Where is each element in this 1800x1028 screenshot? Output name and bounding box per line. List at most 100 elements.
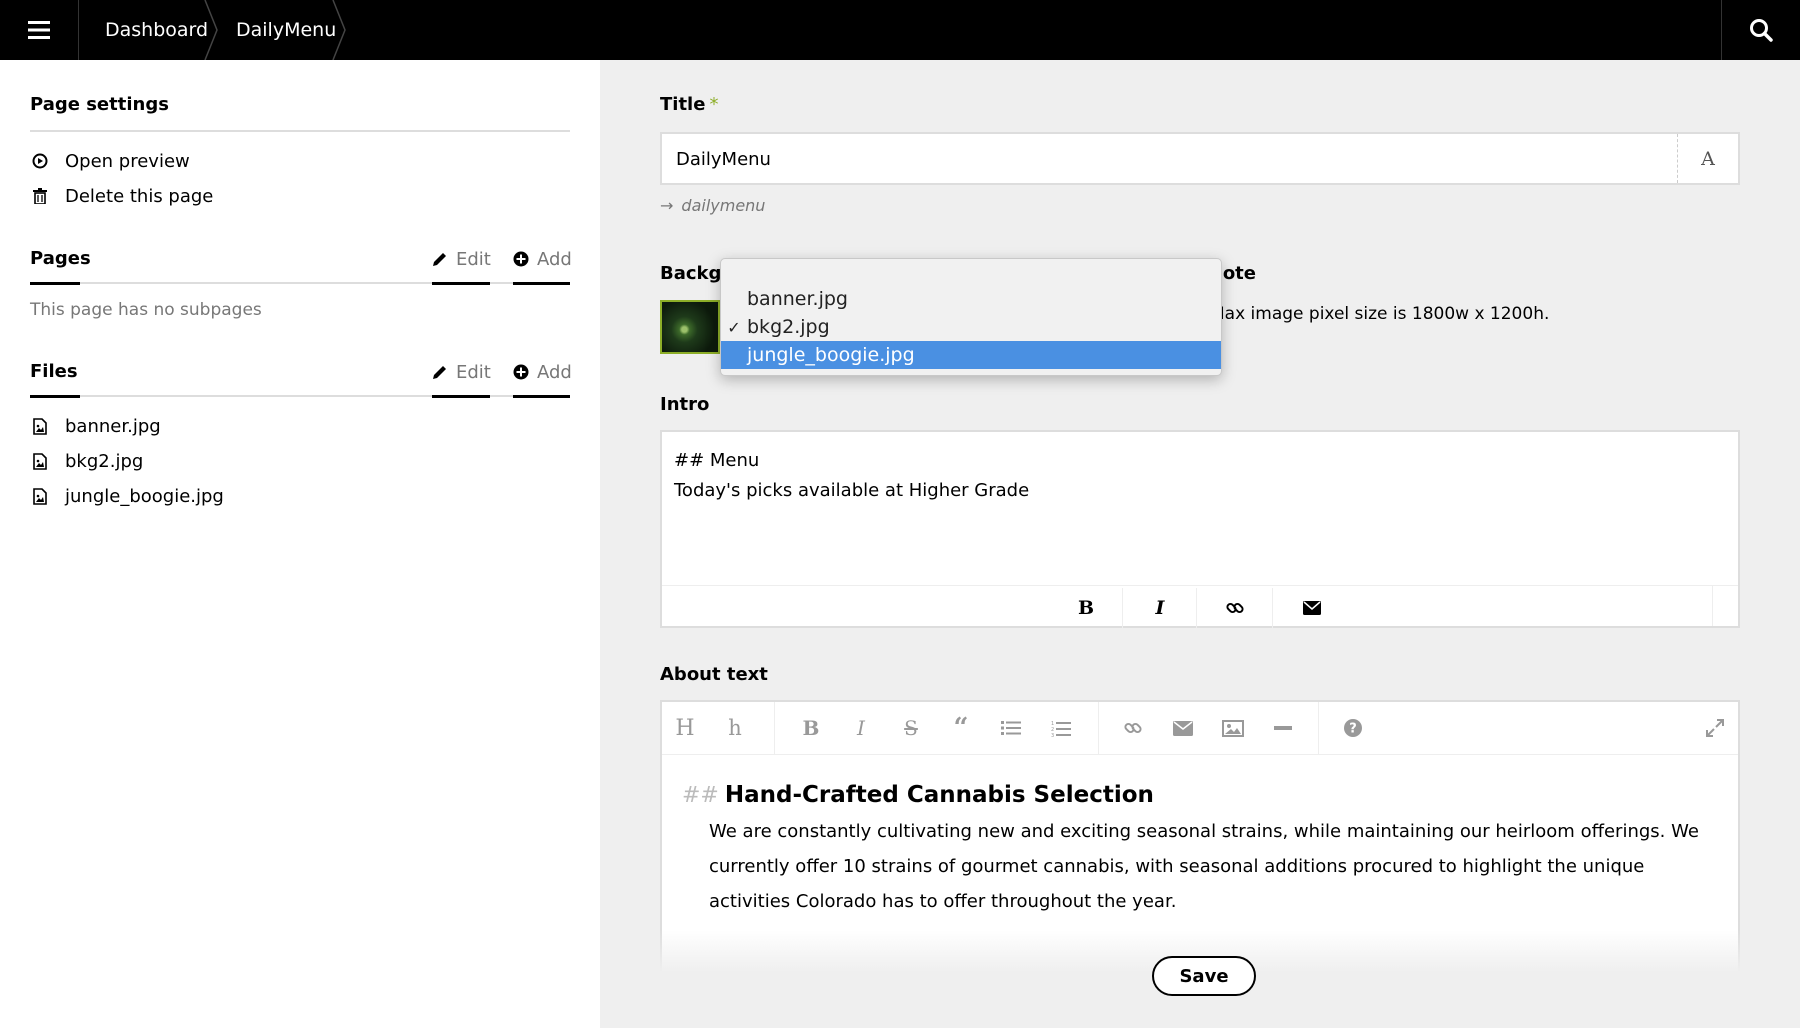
bullet-list-icon bbox=[1001, 720, 1021, 736]
toolbar-separator bbox=[1318, 702, 1319, 754]
svg-text:?: ? bbox=[1349, 722, 1357, 737]
breadcrumb-dashboard[interactable]: Dashboard bbox=[105, 0, 208, 60]
title-input[interactable] bbox=[674, 134, 1658, 185]
plus-circle-icon bbox=[513, 364, 529, 380]
link-button[interactable] bbox=[1110, 702, 1156, 754]
note-text-content: Max image pixel size is 1800w x 1200h. bbox=[1210, 304, 1550, 324]
hamburger-icon bbox=[28, 21, 50, 39]
title-field: A bbox=[660, 132, 1740, 185]
file-item[interactable]: banner.jpg bbox=[30, 411, 161, 441]
open-preview-label: Open preview bbox=[65, 150, 190, 172]
preview-icon bbox=[30, 151, 50, 171]
strikethrough-icon: S bbox=[904, 716, 918, 740]
quote-icon: “ bbox=[953, 713, 969, 743]
edit-underline bbox=[432, 395, 490, 398]
numbered-list-button[interactable]: 123 bbox=[1038, 702, 1084, 754]
help-icon: ? bbox=[1344, 719, 1362, 737]
search-button[interactable] bbox=[1721, 0, 1800, 60]
files-add-button[interactable]: Add bbox=[513, 357, 572, 387]
delete-page-link[interactable]: Delete this page bbox=[30, 181, 213, 211]
breadcrumb-dailymenu[interactable]: DailyMenu bbox=[236, 0, 336, 60]
option-label: bkg2.jpg bbox=[747, 316, 830, 338]
bold-icon: B bbox=[1077, 597, 1095, 619]
check-icon: ✓ bbox=[727, 317, 741, 337]
pencil-icon bbox=[432, 251, 448, 267]
edit-underline bbox=[432, 282, 490, 285]
pencil-icon bbox=[432, 364, 448, 380]
note-label: Note bbox=[1216, 263, 1256, 284]
intro-link-button[interactable] bbox=[1196, 588, 1273, 628]
save-button[interactable]: Save bbox=[1152, 956, 1256, 996]
breadcrumb-separator-icon bbox=[332, 0, 346, 60]
note-text: Max image pixel size is 1800w x 1200h. bbox=[1210, 304, 1549, 324]
about-heading-text: Hand-Crafted Cannabis Selection bbox=[724, 782, 1154, 808]
help-button[interactable]: ? bbox=[1330, 702, 1376, 754]
horizontal-rule-button[interactable] bbox=[1260, 702, 1306, 754]
about-toolbar: H h B I S “ 123 ? bbox=[662, 702, 1738, 755]
open-preview-link[interactable]: Open preview bbox=[30, 146, 190, 176]
toolbar-spacer bbox=[1712, 586, 1713, 626]
pages-add-label: Add bbox=[537, 248, 572, 270]
pages-add-button[interactable]: Add bbox=[513, 244, 572, 274]
dropdown-option[interactable]: banner.jpg bbox=[721, 285, 1221, 313]
background-thumbnail[interactable] bbox=[660, 300, 720, 354]
file-item[interactable]: bkg2.jpg bbox=[30, 446, 143, 476]
italic-icon: I bbox=[1155, 597, 1165, 619]
intro-italic-button[interactable]: I bbox=[1122, 588, 1197, 628]
email-button[interactable] bbox=[1160, 702, 1206, 754]
files-edit-label: Edit bbox=[456, 361, 491, 383]
image-button[interactable] bbox=[1210, 702, 1256, 754]
numbered-list-icon: 123 bbox=[1051, 720, 1071, 737]
trash-icon bbox=[30, 186, 50, 206]
heading-small-icon: h bbox=[728, 716, 742, 740]
strikethrough-button[interactable]: S bbox=[888, 702, 934, 754]
file-item[interactable]: jungle_boogie.jpg bbox=[30, 481, 224, 511]
intro-email-button[interactable] bbox=[1272, 588, 1351, 628]
page-settings-heading: Page settings bbox=[30, 94, 169, 115]
note-label-text: Note bbox=[1216, 263, 1256, 284]
sidebar: Page settings Open preview Delete this p… bbox=[0, 60, 600, 1028]
intro-text[interactable]: ## Menu Today's picks available at Highe… bbox=[674, 446, 1029, 506]
intro-bold-button[interactable]: B bbox=[1050, 588, 1122, 628]
pages-edit-button[interactable]: Edit bbox=[432, 244, 491, 274]
image-file-icon bbox=[30, 416, 50, 436]
heading-large-icon: H bbox=[675, 715, 695, 741]
image-icon bbox=[1222, 719, 1244, 737]
breadcrumb-separator-icon bbox=[204, 0, 218, 60]
italic-button[interactable]: I bbox=[838, 702, 884, 754]
email-icon bbox=[1303, 601, 1321, 615]
quote-button[interactable]: “ bbox=[938, 702, 984, 754]
heading-marker: ## bbox=[682, 783, 719, 808]
link-icon bbox=[1124, 719, 1142, 737]
heading-large-button[interactable]: H bbox=[662, 702, 708, 754]
about-paragraph: We are constantly cultivating new and ex… bbox=[709, 821, 1699, 912]
bold-button[interactable]: B bbox=[788, 702, 834, 754]
about-content[interactable]: ## Hand-Crafted Cannabis Selection We are… bbox=[682, 782, 1702, 919]
menu-button[interactable] bbox=[0, 0, 79, 60]
option-label: banner.jpg bbox=[747, 288, 848, 310]
arrow-right-icon: → bbox=[660, 196, 674, 215]
image-file-icon bbox=[30, 486, 50, 506]
delete-page-label: Delete this page bbox=[65, 185, 214, 207]
link-icon bbox=[1226, 599, 1244, 617]
title-label: Title * bbox=[660, 94, 718, 115]
option-label: jungle_boogie.jpg bbox=[747, 344, 915, 366]
files-edit-button[interactable]: Edit bbox=[432, 357, 491, 387]
slug-preview: → dailymenu bbox=[660, 196, 765, 215]
slug-text: dailymenu bbox=[681, 196, 766, 215]
section-underline bbox=[30, 282, 80, 285]
slug-generate-button[interactable]: A bbox=[1677, 134, 1738, 183]
files-add-label: Add bbox=[537, 361, 572, 383]
file-name: jungle_boogie.jpg bbox=[65, 485, 224, 507]
dropdown-option[interactable]: ✓ bkg2.jpg bbox=[721, 313, 1221, 341]
plus-circle-icon bbox=[513, 251, 529, 267]
dropdown-option-highlighted[interactable]: jungle_boogie.jpg bbox=[721, 341, 1221, 369]
bullet-list-button[interactable] bbox=[988, 702, 1034, 754]
search-icon bbox=[1749, 18, 1773, 42]
about-label: About text bbox=[660, 664, 768, 685]
italic-icon: I bbox=[857, 716, 865, 740]
heading-small-button[interactable]: h bbox=[712, 702, 758, 754]
section-underline bbox=[30, 395, 80, 398]
about-heading: ## Hand-Crafted Cannabis Selection bbox=[682, 782, 1702, 808]
fullscreen-button[interactable] bbox=[1692, 702, 1738, 754]
